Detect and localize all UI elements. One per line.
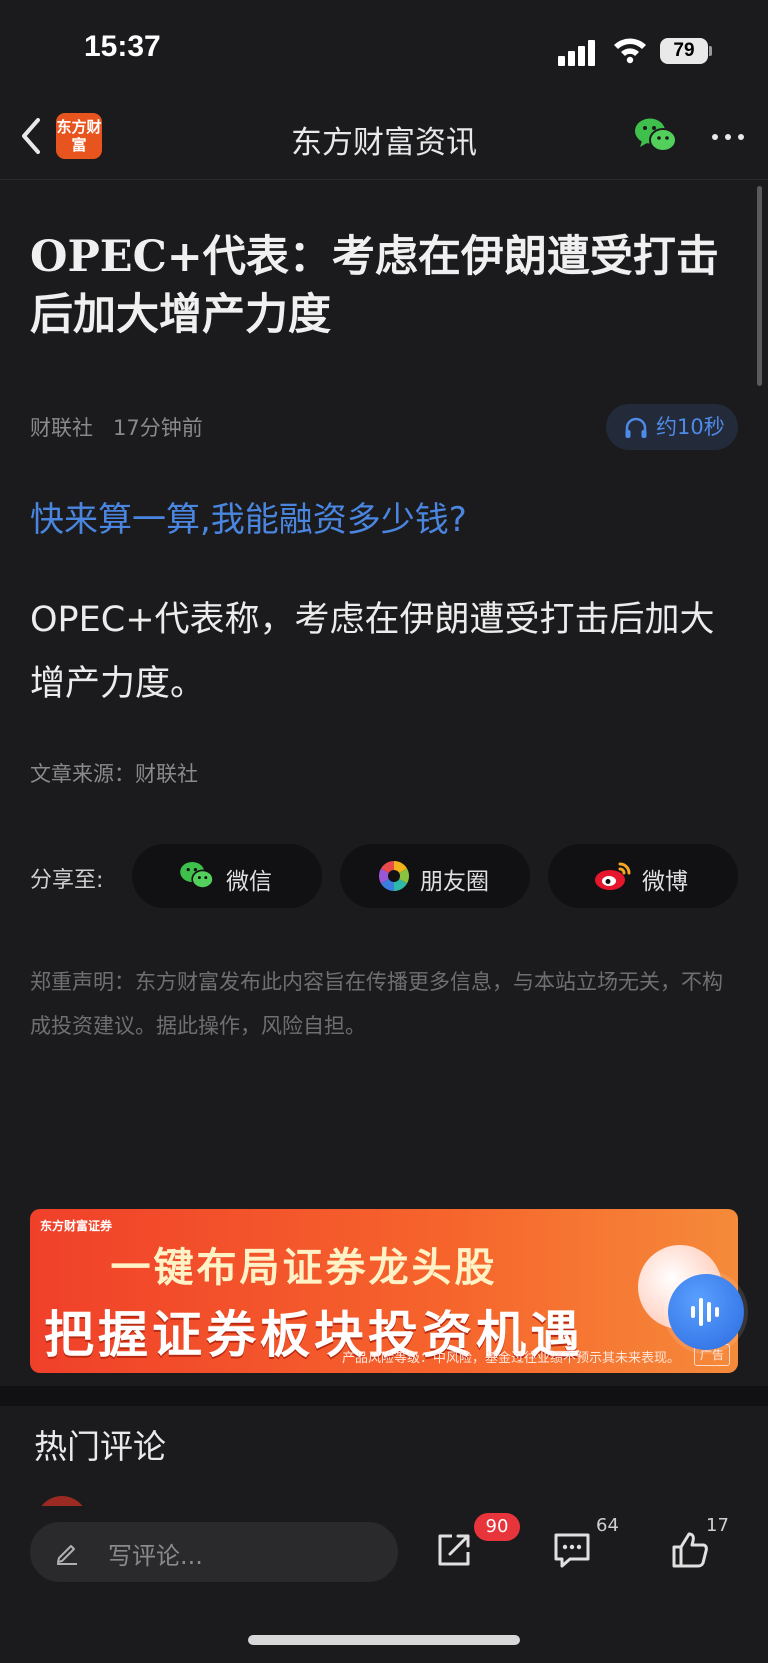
nav-divider (0, 179, 768, 180)
article-title: OPEC+代表：考虑在伊朗遭受打击后加大增产力度 (30, 232, 719, 340)
cellular-signal-icon (558, 38, 600, 66)
article-body: OPEC+代表称，考虑在伊朗遭受打击后加大增产力度。 (30, 600, 715, 704)
article-source: 财联社 (30, 416, 93, 440)
headphones-icon (625, 417, 647, 438)
article-meta: 财联社 17分钟前 (30, 412, 203, 442)
share-moments-label: 朋友圈 (420, 869, 489, 895)
ad-banner[interactable]: 东方财富证券 一键布局证券龙头股 把握证券板块投资机遇 产品风险等级：中风险，基… (30, 1209, 738, 1373)
wechat-share-icon[interactable] (634, 116, 678, 156)
comment-input[interactable]: 写评论... (30, 1522, 398, 1582)
battery-tip (709, 46, 712, 56)
wifi-icon (614, 38, 646, 64)
share-icon[interactable] (430, 1526, 478, 1574)
disclaimer-text: 郑重声明：东方财富发布此内容旨在传播更多信息，与本站立场无关，不构成投资建议。据… (30, 970, 723, 1038)
ad-brand: 东方财富证券 (40, 1219, 113, 1233)
comment-icon[interactable] (548, 1526, 596, 1574)
comment-count: 64 (596, 1515, 619, 1536)
pencil-icon (57, 1545, 77, 1565)
share-weibo-label: 微博 (642, 869, 688, 895)
wechat-icon (180, 862, 214, 889)
weibo-icon (595, 862, 631, 890)
status-time: 15:37 (84, 30, 161, 63)
share-label: 分享至: (30, 868, 104, 893)
comment-preview (0, 1496, 768, 1506)
financing-calculator-link[interactable]: 快来算一算,我能融资多少钱? (30, 492, 467, 541)
audio-duration: 约10秒 (656, 415, 725, 439)
comment-placeholder: 写评论... (108, 1542, 203, 1570)
like-count: 17 (706, 1515, 729, 1536)
listen-audio-button[interactable]: 约10秒 (606, 404, 738, 450)
battery-indicator: 79 (660, 38, 708, 64)
ad-risk-note: 产品风险等级：中风险，基金过往业绩不预示其未来表现。 (342, 1351, 681, 1366)
share-count-badge: 90 (474, 1513, 520, 1541)
voice-wave-icon (691, 1298, 719, 1326)
share-weibo-button[interactable]: 微博 (548, 844, 738, 908)
share-moments-button[interactable]: 朋友圈 (340, 844, 530, 908)
more-options-icon[interactable] (708, 124, 748, 148)
home-indicator[interactable] (248, 1635, 520, 1645)
article-time: 17分钟前 (113, 416, 203, 440)
section-separator (0, 1386, 768, 1406)
hot-comments-title: 热门评论 (34, 1427, 166, 1466)
share-wechat-label: 微信 (226, 869, 272, 895)
moments-icon (378, 861, 410, 891)
share-wechat-button[interactable]: 微信 (132, 844, 322, 908)
scrollbar[interactable] (757, 186, 762, 386)
voice-assistant-button[interactable] (668, 1274, 744, 1350)
commenter-avatar (36, 1496, 88, 1506)
article-source-line: 文章来源：财联社 (30, 762, 198, 786)
ad-headline: 一键布局证券龙头股 (110, 1245, 498, 1291)
